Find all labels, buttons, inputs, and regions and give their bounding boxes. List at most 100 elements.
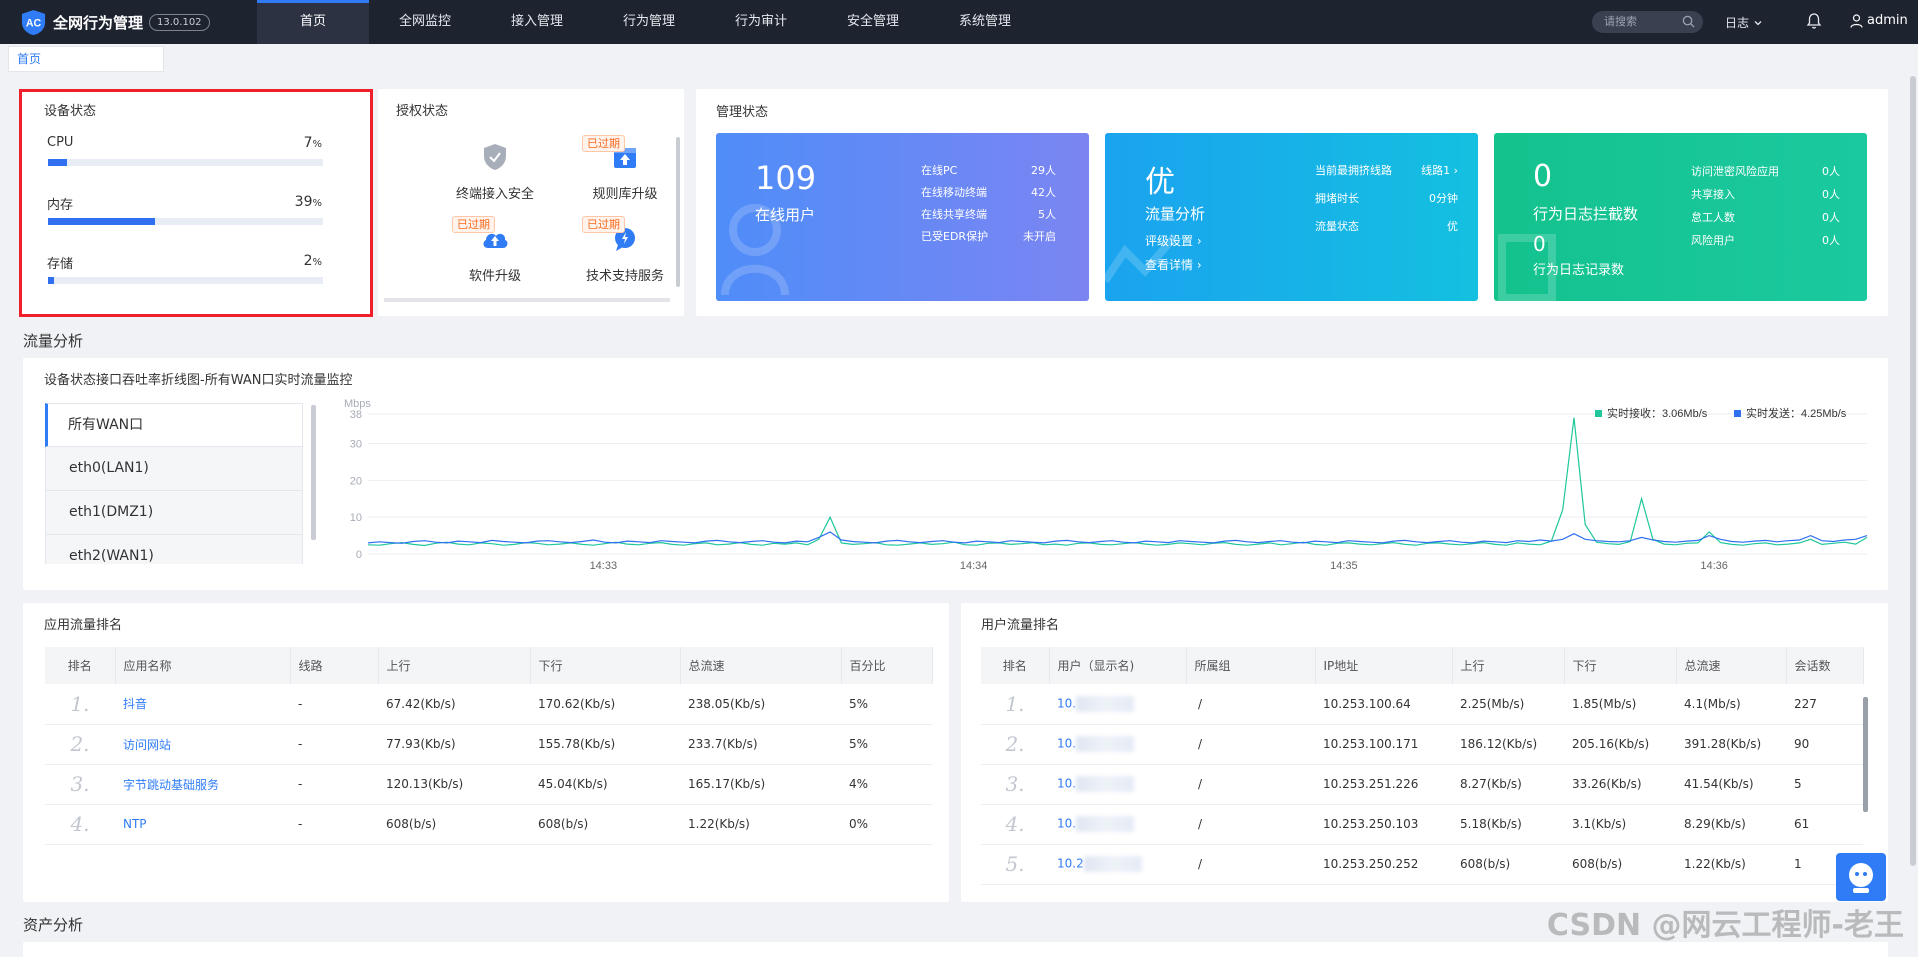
upload-cell: 608(b/s) — [1452, 844, 1564, 885]
column-header: 总流速 — [1676, 647, 1787, 684]
download-cell: 1.85(Mb/s) — [1564, 684, 1676, 725]
sessions-cell: 5 — [1786, 764, 1863, 805]
logo-text: AC — [26, 17, 42, 29]
congestion-duration-key: 拥堵时长 — [1315, 192, 1359, 205]
app-name-link[interactable]: NTP — [123, 817, 147, 831]
user-table-scrollbar[interactable] — [1863, 697, 1868, 812]
nav-item-home[interactable]: 首页 — [257, 0, 369, 44]
edr-key: 已受EDR保护 — [921, 230, 989, 243]
ip-cell: 10.253.250.252 — [1315, 844, 1452, 885]
user-menu[interactable]: admin — [1850, 13, 1908, 28]
redacted-mask — [1076, 695, 1135, 712]
rank-cell: 5. — [981, 844, 1049, 885]
asset-section-title: 资产分析 — [23, 916, 84, 934]
app-logo[interactable]: AC 全网行为管理 13.0.102 — [0, 0, 257, 44]
nav-item-network-monitor[interactable]: 全网监控 — [369, 0, 481, 44]
table-row[interactable]: 2. 10. / 10.253.100.171 186.12(Kb/s) 205… — [981, 724, 1863, 765]
license-hscrollbar[interactable] — [384, 298, 670, 302]
congested-line-value[interactable]: 线路1 › — [1421, 162, 1458, 178]
download-cell: 608(b/s) — [530, 804, 680, 845]
log-menu-label: 日志 — [1725, 16, 1750, 30]
log-menu[interactable]: 日志 — [1725, 14, 1763, 31]
percent-cell: 5% — [841, 684, 932, 725]
user-link[interactable]: 10. — [1057, 737, 1076, 751]
redacted-mask — [1083, 856, 1142, 872]
online-mobile-value: 42人 — [1031, 186, 1056, 199]
behavior-log-panel[interactable]: 0 行为日志拦截数 0 行为日志记录数 访问泄密风险应用 0人 共享接入 0人 … — [1494, 133, 1867, 301]
download-cell: 33.26(Kb/s) — [1564, 764, 1676, 805]
ip-cell: 10.253.251.226 — [1315, 764, 1452, 805]
app-name-cell: 访问网站 — [115, 724, 290, 765]
assistant-button[interactable] — [1836, 853, 1886, 901]
table-row[interactable]: 1. 抖音 - 67.42(Kb/s) 170.62(Kb/s) 238.05(… — [45, 684, 932, 725]
online-users-panel[interactable]: 109 在线用户 在线PC 29人 在线移动终端 42人 在线共享终端 5人 已… — [716, 133, 1089, 301]
page-scrollbar[interactable] — [1910, 76, 1916, 866]
user-link[interactable]: 10.2 — [1057, 857, 1084, 871]
x-tick-label: 14:36 — [1700, 560, 1728, 572]
nav-item-access-management[interactable]: 接入管理 — [481, 0, 593, 44]
rank-cell: 3. — [45, 764, 115, 805]
license-scrollbar[interactable] — [676, 137, 680, 287]
username: admin — [1867, 13, 1908, 28]
robot-assistant-icon — [1849, 863, 1873, 893]
table-row[interactable]: 1. 10. / 10.253.100.64 2.25(Mb/s) 1.85(M… — [981, 684, 1863, 725]
port-item[interactable]: eth1(DMZ1) — [45, 491, 303, 535]
main-nav: 首页 全网监控 接入管理 行为管理 行为审计 安全管理 系统管理 — [257, 0, 1041, 44]
traffic-state-value: 优 — [1447, 220, 1458, 233]
total-cell: 165.17(Kb/s) — [680, 764, 841, 805]
user-link[interactable]: 10. — [1057, 777, 1076, 791]
version-badge: 13.0.102 — [149, 13, 210, 31]
slacker-count-value: 0人 — [1822, 211, 1840, 224]
search-input[interactable]: 请搜索 — [1592, 11, 1703, 33]
column-header: 所属组 — [1186, 647, 1316, 684]
nav-item-security-management[interactable]: 安全管理 — [817, 0, 929, 44]
port-list-scrollbar[interactable] — [311, 405, 316, 540]
user-link[interactable]: 10. — [1057, 817, 1076, 831]
total-cell: 1.22(Kb/s) — [680, 804, 841, 845]
user-link[interactable]: 10. — [1057, 696, 1076, 710]
table-row[interactable]: 2. 访问网站 - 77.93(Kb/s) 155.78(Kb/s) 233.7… — [45, 724, 932, 765]
bell-icon[interactable] — [1806, 12, 1822, 30]
total-cell: 391.28(Kb/s) — [1676, 724, 1786, 765]
percent-cell: 4% — [841, 764, 932, 805]
app-name-link[interactable]: 访问网站 — [123, 738, 171, 752]
user-rank-card: 用户流量排名 排名 用户（显示名) 所属组 IP地址 上行 下行 总流速 会话数… — [961, 603, 1888, 902]
search-icon[interactable] — [1682, 15, 1695, 28]
port-item[interactable]: eth0(LAN1) — [45, 447, 303, 491]
table-row[interactable]: 4. 10. / 10.253.250.103 5.18(Kb/s) 3.1(K… — [981, 804, 1863, 845]
port-item[interactable]: 所有WAN口 — [45, 403, 303, 447]
app-name-link[interactable]: 抖音 — [123, 697, 147, 711]
app-rank-title: 应用流量排名 — [44, 618, 123, 633]
column-header: IP地址 — [1315, 647, 1453, 684]
shield-check-icon — [484, 144, 506, 170]
x-tick-label: 14:33 — [590, 560, 618, 572]
flow-chart-title: 设备状态接口吞吐率折线图-所有WAN口实时流量监控 — [44, 373, 353, 388]
highlight-box — [19, 89, 373, 317]
app-name-link[interactable]: 字节跳动基础服务 — [123, 778, 219, 792]
group-cell: / — [1186, 804, 1315, 845]
table-header-row: 排名 应用名称 线路 上行 下行 总流速 百分比 — [45, 647, 933, 684]
rating-settings-link[interactable]: 评级设置 › — [1145, 232, 1202, 249]
column-header: 排名 — [45, 647, 116, 684]
table-row[interactable]: 3. 字节跳动基础服务 - 120.13(Kb/s) 45.04(Kb/s) 1… — [45, 764, 932, 805]
total-cell: 4.1(Mb/s) — [1676, 684, 1786, 725]
table-row[interactable]: 5. 10.2 / 10.253.250.252 608(b/s) 608(b/… — [981, 844, 1863, 885]
rank-cell: 4. — [981, 804, 1049, 845]
ip-cell: 10.253.100.64 — [1315, 684, 1452, 725]
table-row[interactable]: 4. NTP - 608(b/s) 608(b/s) 1.22(Kb/s) 0% — [45, 804, 932, 845]
nav-item-behavior-audit[interactable]: 行为审计 — [705, 0, 817, 44]
port-item[interactable]: eth2(WAN1) — [45, 535, 303, 564]
legend-label: 实时发送：4.25Mb/s — [1746, 406, 1847, 420]
nav-item-behavior-management[interactable]: 行为管理 — [593, 0, 705, 44]
view-details-link[interactable]: 查看详情 › — [1145, 256, 1202, 273]
user-cell: 10. — [1049, 724, 1186, 765]
column-header: 下行 — [1564, 647, 1677, 684]
traffic-analysis-panel[interactable]: 优 流量分析 评级设置 › 查看详情 › 当前最拥挤线路 线路1 › 拥堵时长 … — [1105, 133, 1478, 301]
tab-home[interactable]: 首页 — [8, 46, 164, 72]
table-row[interactable]: 3. 10. / 10.253.251.226 8.27(Kb/s) 33.26… — [981, 764, 1863, 805]
column-header: 上行 — [1452, 647, 1565, 684]
nav-item-system-management[interactable]: 系统管理 — [929, 0, 1041, 44]
license-item-terminal-security[interactable]: 终端接入安全 — [435, 141, 555, 202]
y-tick-label: 10 — [350, 512, 362, 524]
line-cell: - — [290, 724, 378, 765]
